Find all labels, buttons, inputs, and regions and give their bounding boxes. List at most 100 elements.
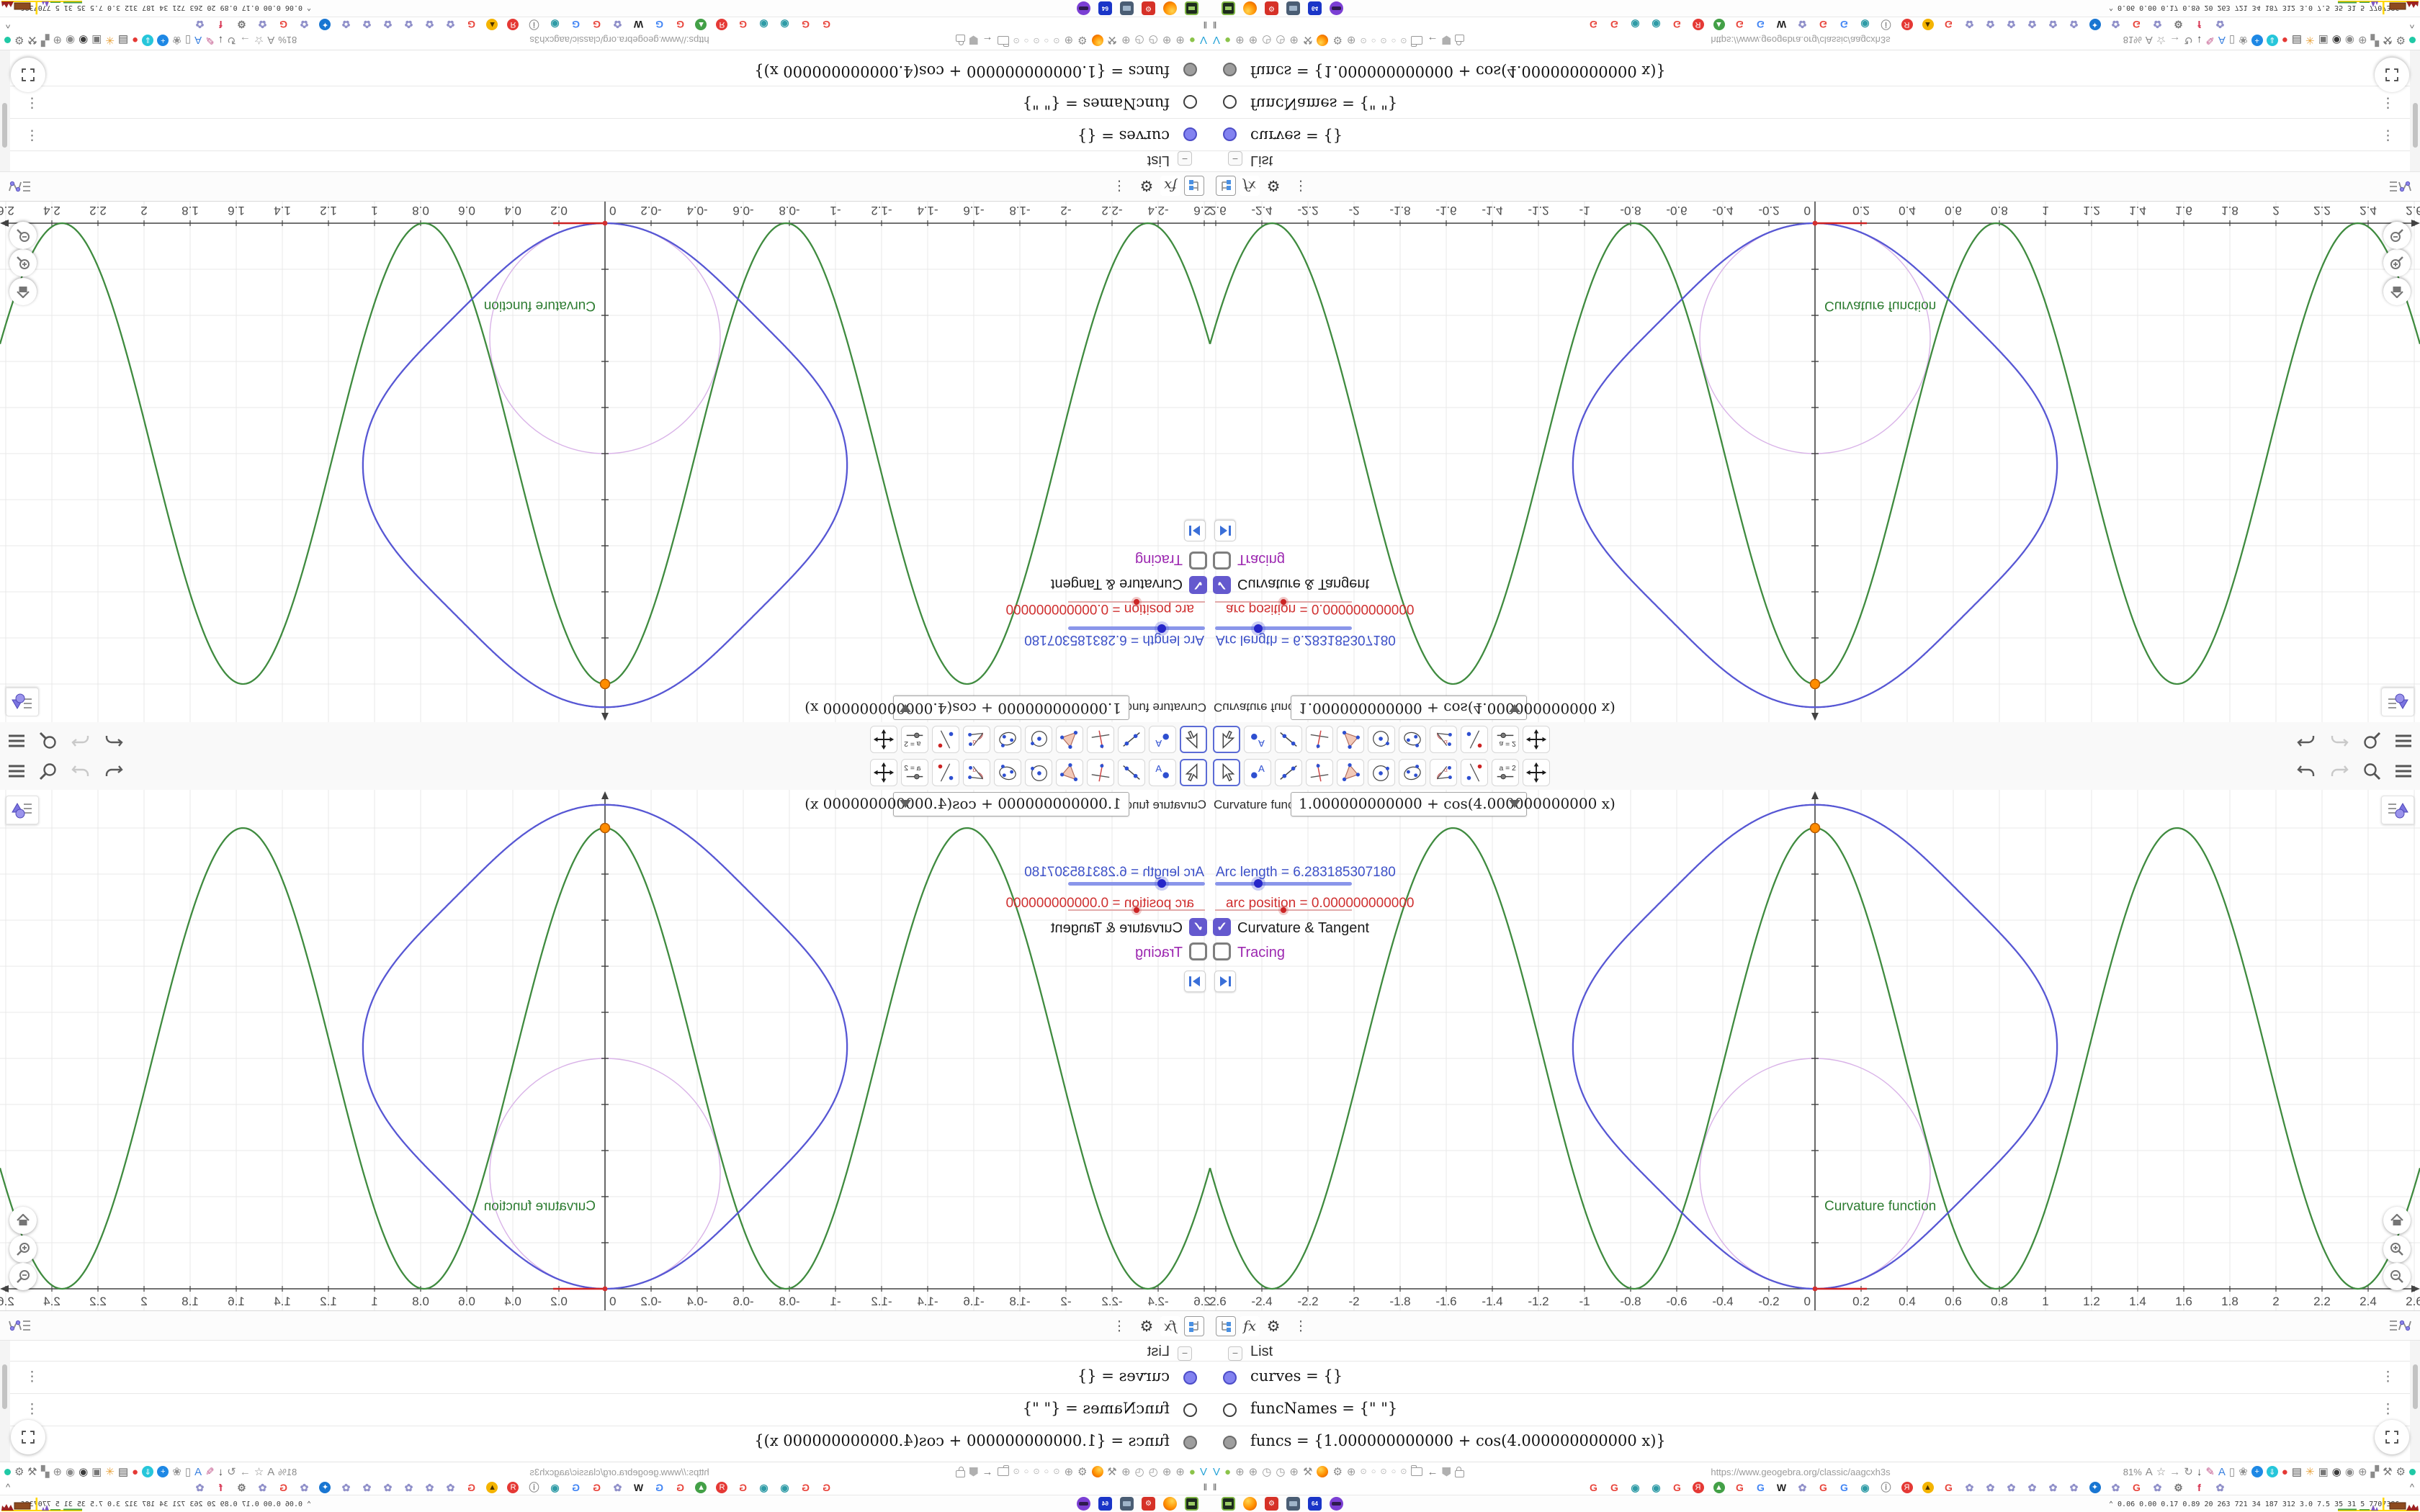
taskbar-app-firefox[interactable] xyxy=(1243,1,1257,15)
home-button[interactable] xyxy=(9,1207,37,1234)
algebra-row[interactable]: curves = {} ⋮ xyxy=(1210,1361,2420,1393)
scrollbar-thumb[interactable] xyxy=(2413,1364,2418,1409)
visibility-toggle-circle[interactable] xyxy=(1223,127,1237,141)
line-tool-button[interactable] xyxy=(1275,759,1302,786)
tracing-checkbox[interactable] xyxy=(1189,942,1207,960)
taskbar-app-owl-app[interactable] xyxy=(1330,1497,1343,1511)
browser-action-icon[interactable]: ⊕ xyxy=(2358,35,2367,47)
taskbar-app-floppy-64[interactable]: 64 xyxy=(1308,1497,1322,1511)
slider-tool-button[interactable]: a = 2 xyxy=(1492,759,1519,786)
algebra-row[interactable]: funcs = {1.000000000000 + cos(4.00000000… xyxy=(0,1426,1210,1458)
browser-action-icon[interactable]: ◉ xyxy=(2332,1467,2341,1477)
taskbar-app-firefox[interactable] xyxy=(1163,1,1177,15)
bookmark-favicon[interactable]: G xyxy=(649,1480,670,1495)
bookmark-favicon[interactable]: ▲ xyxy=(691,17,712,32)
graphics-view[interactable]: -2.6 -2.4 -2.2 -2 -1.8 -1.6 -1.4 -1.2 -1 -0.8 -0.6… xyxy=(0,790,1210,1310)
browser-action-icon[interactable]: A xyxy=(2218,35,2226,47)
taskbar-app-owl-app[interactable] xyxy=(1077,1,1090,15)
scrollbar-thumb[interactable] xyxy=(2,103,7,148)
browser-action-icon[interactable]: + xyxy=(157,35,169,46)
fullscreen-button[interactable] xyxy=(2375,58,2409,92)
bookmark-favicon[interactable]: ⓘ xyxy=(524,17,544,32)
algebra-row[interactable]: curves = {} ⋮ xyxy=(0,119,1210,151)
browser-action-icon[interactable]: ✎ xyxy=(205,1466,215,1478)
bookmark-favicon[interactable]: ⚙ xyxy=(2168,1480,2189,1495)
fullscreen-button[interactable] xyxy=(11,1420,45,1454)
taskbar-app-owl-app[interactable] xyxy=(1330,1,1343,15)
arc-position-slider-handle[interactable] xyxy=(1134,907,1139,913)
bookmark-favicon[interactable]: ⓘ xyxy=(524,1480,544,1495)
browser-action-icon[interactable]: ▤ xyxy=(118,1466,128,1478)
bookmark-favicon[interactable]: ✿ xyxy=(2210,17,2231,32)
taskbar-app-firefox[interactable] xyxy=(1163,1497,1177,1511)
taskbar-app-system-monitor[interactable] xyxy=(1185,1497,1198,1511)
bookmark-favicon[interactable]: G xyxy=(1583,17,1604,32)
line-tool-button[interactable] xyxy=(1118,759,1145,786)
arc-position-point[interactable] xyxy=(1812,1286,1818,1292)
more-options-button[interactable]: ⋮ xyxy=(1291,176,1311,196)
bookmark-favicon[interactable]: ✿ xyxy=(2043,17,2063,32)
bookmark-favicon[interactable]: G xyxy=(1834,1480,1855,1495)
bookmark-favicon[interactable]: G xyxy=(732,17,753,32)
row-menu-icon[interactable]: ⋮ xyxy=(25,127,39,143)
browser-action-icon[interactable]: ❀ xyxy=(172,1466,182,1478)
move-tool-button[interactable] xyxy=(1180,726,1207,753)
bookmark-favicon[interactable]: ✿ xyxy=(1959,17,1980,32)
function-dropdown[interactable]: 1.000000000000 + cos(4.000000000000 x) xyxy=(805,792,1129,816)
bookmark-favicon[interactable]: Я xyxy=(1688,1480,1708,1495)
curvature-value-point[interactable] xyxy=(599,822,611,834)
bookmark-favicon[interactable]: ✿ xyxy=(1792,1480,1813,1495)
arc-position-point[interactable] xyxy=(1812,220,1818,226)
bookmark-favicon[interactable]: ✿ xyxy=(357,17,377,32)
point-tool-button[interactable]: A xyxy=(1149,759,1176,786)
browser-action-icon[interactable]: ⇓ xyxy=(142,35,154,46)
move-tool-button[interactable] xyxy=(1180,759,1207,786)
circle-tool-button[interactable] xyxy=(1368,726,1395,753)
taskbar-app-settings-red[interactable]: ⚙ xyxy=(1265,1,1278,15)
reflect-tool-button[interactable] xyxy=(1461,726,1488,753)
curvature-value-point[interactable] xyxy=(1809,822,1821,834)
browser-action-icon[interactable]: ◉ xyxy=(66,35,75,47)
circle-tool-button[interactable] xyxy=(1025,726,1052,753)
home-button[interactable] xyxy=(2383,278,2411,305)
zoom-in-button[interactable] xyxy=(9,1236,37,1263)
visibility-toggle-circle[interactable] xyxy=(1223,1403,1237,1417)
browser-action-icon[interactable]: A xyxy=(194,35,202,47)
arc-length-slider-handle[interactable] xyxy=(1157,624,1166,633)
arc-length-slider-handle[interactable] xyxy=(1254,624,1263,633)
more-bookmarks-chevron[interactable]: ^ xyxy=(6,19,10,30)
bookmark-favicon[interactable]: ✿ xyxy=(1980,1480,2001,1495)
bookmark-favicon[interactable]: W xyxy=(628,1480,649,1495)
taskbar-app-floppy-64[interactable]: 64 xyxy=(1308,1,1322,15)
algebra-row[interactable]: funcNames = {" "} ⋮ xyxy=(0,86,1210,119)
bookmark-favicon[interactable]: ✿ xyxy=(2105,17,2126,32)
browser-action-icon[interactable]: ❀ xyxy=(2238,35,2248,47)
bookmark-favicon[interactable]: ✿ xyxy=(2147,17,2168,32)
browser-action-icon[interactable]: ↓ xyxy=(218,1466,224,1478)
bookmark-favicon[interactable]: G xyxy=(1813,1480,1834,1495)
home-button[interactable] xyxy=(2383,1207,2411,1234)
reflect-tool-button[interactable] xyxy=(932,759,959,786)
bookmark-favicon[interactable]: G xyxy=(732,1480,753,1495)
bookmark-favicon[interactable]: G xyxy=(1750,1480,1771,1495)
curvature-tangent-checkbox[interactable]: ✓ xyxy=(1189,918,1207,936)
play-button[interactable] xyxy=(1214,971,1236,992)
browser-action-icon[interactable]: ● xyxy=(132,1466,138,1478)
taskbar-app-settings-red[interactable]: ⚙ xyxy=(1142,1497,1155,1511)
tracing-checkbox[interactable] xyxy=(1213,942,1231,960)
taskbar-app-settings-red[interactable]: ⚙ xyxy=(1265,1497,1278,1511)
curvature-tangent-checkbox[interactable]: ✓ xyxy=(1213,918,1231,936)
bookmark-favicon[interactable]: ▲ xyxy=(1917,1480,1938,1495)
browser-action-icon[interactable]: ↻ xyxy=(2184,1467,2193,1477)
bookmark-favicon[interactable]: ✿ xyxy=(2210,1480,2231,1495)
arc-length-slider-track[interactable] xyxy=(1068,882,1205,886)
browser-action-icon[interactable]: ☆ xyxy=(2156,35,2166,47)
taskbar-app-floppy-64[interactable]: 64 xyxy=(1098,1,1112,15)
browser-action-icon[interactable]: A xyxy=(2218,1467,2226,1477)
bookmark-favicon[interactable]: ▲ xyxy=(482,1480,503,1495)
bookmark-favicon[interactable]: ▲ xyxy=(1708,1480,1729,1495)
algebra-row[interactable]: funcs = {1.000000000000 + cos(4.00000000… xyxy=(0,54,1210,86)
browser-action-icon[interactable]: → xyxy=(2169,35,2180,47)
arc-length-slider-track[interactable] xyxy=(1215,882,1352,886)
browser-action-icon[interactable]: A xyxy=(267,1466,274,1478)
